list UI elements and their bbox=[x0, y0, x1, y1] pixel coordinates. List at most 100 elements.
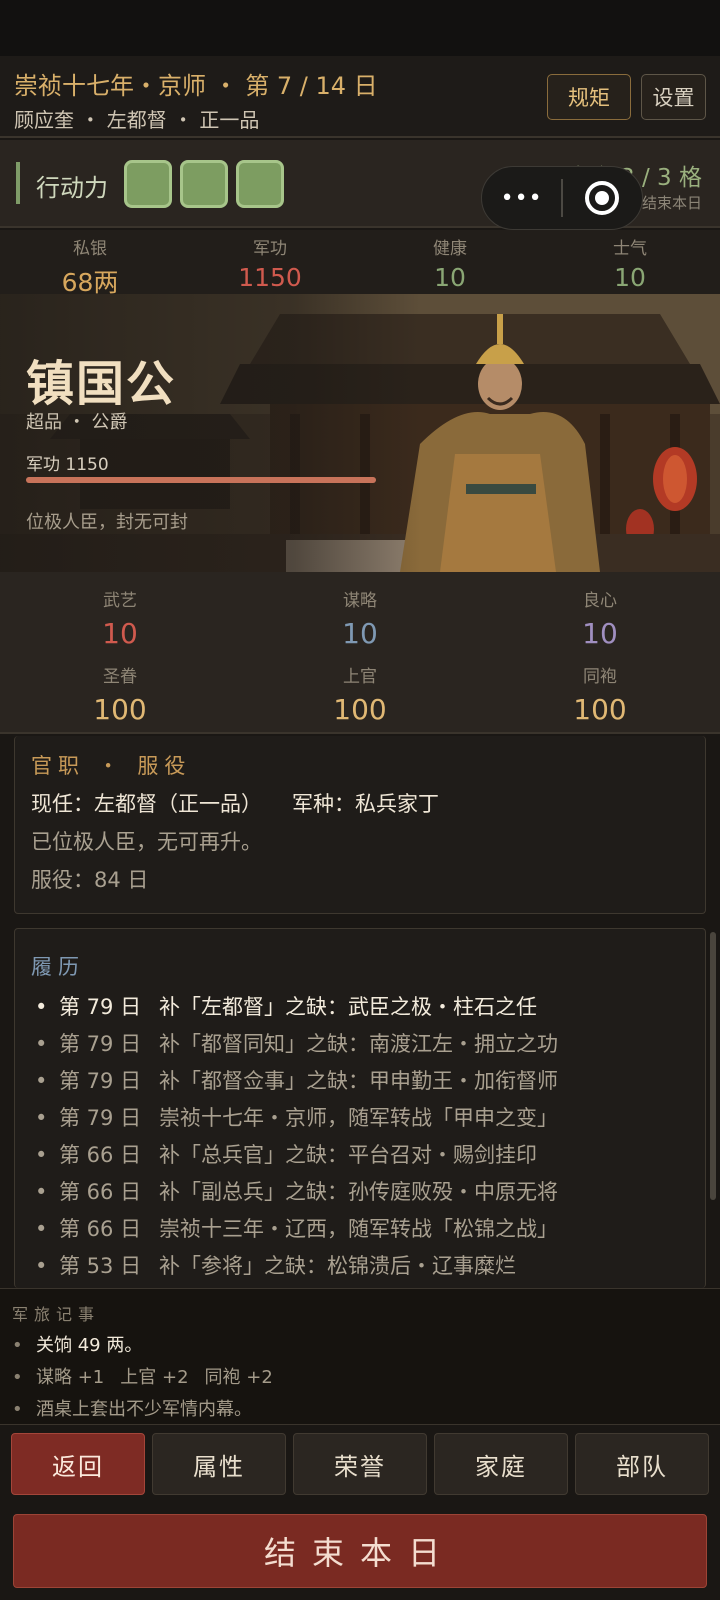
history-item: • 第 79 日补「左都督」之缺：武臣之极・柱石之任 bbox=[35, 991, 558, 1028]
office-current-line: 现任：左都督（正一品） 军种：私兵家丁 bbox=[31, 788, 439, 818]
history-day: 第 66 日 bbox=[59, 1180, 142, 1204]
log-entry: • 关饷 49 两。 bbox=[12, 1335, 143, 1356]
attribute-grid: 武艺 10 谋略 10 良心 10 圣眷 100 上官 100 同袍 100 bbox=[0, 572, 720, 734]
log-text: 关饷 49 两。 bbox=[36, 1335, 143, 1356]
history-day: 第 66 日 bbox=[59, 1143, 142, 1167]
promotion-note: 已位极人臣，无可再升。 bbox=[31, 830, 262, 854]
history-day: 第 53 日 bbox=[59, 1254, 142, 1278]
history-card[interactable]: 履历 • 第 79 日补「左都督」之缺：武臣之极・柱石之任 • 第 79 日补「都督… bbox=[14, 928, 706, 1288]
attr-label: 圣眷 bbox=[103, 667, 137, 687]
history-day: 第 79 日 bbox=[59, 1069, 142, 1093]
settings-button[interactable]: 设置 bbox=[641, 74, 706, 120]
history-text: 补「总兵官」之缺：平台召对・赐剑挂印 bbox=[159, 1143, 537, 1167]
rank-grade: 超品 ・ 公爵 bbox=[26, 412, 128, 433]
service-days: 服役：84 日 bbox=[31, 868, 149, 892]
accent-bar bbox=[16, 162, 20, 204]
attr-label: 良心 bbox=[583, 591, 617, 611]
merit-value: 军功 1150 bbox=[26, 455, 109, 475]
history-text: 补「都督佥事」之缺：甲申勤王・加衔督师 bbox=[159, 1069, 558, 1093]
attr-value: 10 bbox=[102, 617, 138, 650]
history-day: 第 66 日 bbox=[59, 1217, 142, 1241]
merit-progress-bar bbox=[26, 477, 376, 483]
log-heading: 军旅记事 bbox=[12, 1305, 101, 1324]
tab-back[interactable]: 返回 bbox=[11, 1433, 145, 1495]
tab-attributes[interactable]: 属性 bbox=[152, 1433, 286, 1495]
attr-value: 10 bbox=[342, 617, 378, 650]
attr-label: 武艺 bbox=[103, 591, 137, 611]
log-text: 同袍 +2 bbox=[204, 1367, 273, 1388]
tab-family[interactable]: 家庭 bbox=[434, 1433, 568, 1495]
history-item: • 第 66 日补「副总兵」之缺：孙传庭败殁・中原无将 bbox=[35, 1176, 558, 1213]
resource-stats: 私银 68两 军功 1150 健康 10 士气 10 bbox=[0, 230, 720, 297]
history-item: • 第 79 日崇祯十七年・京师，随军转战「甲申之变」 bbox=[35, 1102, 558, 1139]
current-post: 现任：左都督（正一品） bbox=[31, 792, 262, 816]
attr-label: 谋略 bbox=[343, 591, 377, 611]
history-list: • 第 79 日补「左都督」之缺：武臣之极・柱石之任 • 第 79 日补「都督同知」… bbox=[35, 991, 558, 1287]
history-item: • 第 79 日补「都督同知」之缺：南渡江左・拥立之功 bbox=[35, 1028, 558, 1065]
log-text: 上官 +2 bbox=[120, 1367, 189, 1388]
tab-troops[interactable]: 部队 bbox=[575, 1433, 709, 1495]
attr-strategy: 谋略 10 bbox=[240, 586, 480, 650]
close-miniprogram-icon[interactable] bbox=[563, 181, 642, 215]
attr-imperial-favor: 圣眷 100 bbox=[0, 662, 240, 726]
date-location: 崇祯十七年・京师 ・ 第 7 / 14 日 bbox=[14, 72, 378, 100]
attr-martial: 武艺 10 bbox=[0, 586, 240, 650]
attr-label: 上官 bbox=[343, 667, 377, 687]
history-text: 补「都督同知」之缺：南渡江左・拥立之功 bbox=[159, 1032, 558, 1056]
attr-value: 10 bbox=[582, 617, 618, 650]
more-menu-icon[interactable]: ••• bbox=[482, 186, 561, 211]
history-day: 第 79 日 bbox=[59, 995, 142, 1019]
history-item: • 第 79 日补「都督佥事」之缺：甲申勤王・加衔督师 bbox=[35, 1065, 558, 1102]
attr-value: 100 bbox=[573, 693, 627, 726]
stat-morale: 士气 10 bbox=[540, 230, 720, 292]
stat-value: 1150 bbox=[238, 263, 302, 292]
status-bar bbox=[0, 0, 720, 56]
bottom-tab-bar: 返回 属性 荣誉 家庭 部队 bbox=[0, 1424, 720, 1502]
game-header: 崇祯十七年・京师 ・ 第 7 / 14 日 顾应奎 ・ 左都督 ・ 正一品 规矩… bbox=[0, 56, 720, 138]
attr-superior: 上官 100 bbox=[240, 662, 480, 726]
office-heading: 官职 ・ 服役 bbox=[31, 754, 192, 778]
history-scrollbar[interactable] bbox=[710, 932, 716, 1200]
stat-value: 10 bbox=[614, 263, 646, 292]
log-text: 酒桌上套出不少军情内幕。 bbox=[36, 1399, 252, 1420]
history-heading: 履历 bbox=[31, 955, 85, 979]
attr-conscience: 良心 10 bbox=[480, 586, 720, 650]
rank-banner: 镇国公 超品 ・ 公爵 军功 1150 位极人臣，封无可封 bbox=[0, 294, 720, 572]
history-day: 第 79 日 bbox=[59, 1106, 142, 1130]
troop-type: 军种：私兵家丁 bbox=[292, 792, 439, 816]
military-log[interactable]: 军旅记事 • 关饷 49 两。 • 谋略 +1 上官 +2 同袍 +2 • 酒桌上套出不少… bbox=[0, 1288, 720, 1424]
rules-button[interactable]: 规矩 bbox=[547, 74, 631, 120]
action-points-label: 行动力 bbox=[36, 174, 108, 202]
history-item: • 第 53 日补「参将」之缺：松锦溃后・辽事糜烂 bbox=[35, 1250, 558, 1287]
log-text: 谋略 +1 bbox=[36, 1367, 105, 1388]
tab-honors[interactable]: 荣誉 bbox=[293, 1433, 427, 1495]
attr-value: 100 bbox=[333, 693, 387, 726]
end-day-button[interactable]: 结束本日 bbox=[13, 1514, 707, 1588]
stat-merit: 军功 1150 bbox=[180, 230, 360, 292]
history-day: 第 79 日 bbox=[59, 1032, 142, 1056]
stat-label: 士气 bbox=[613, 239, 647, 259]
merit-progress-fill bbox=[26, 477, 376, 483]
stat-label: 军功 bbox=[253, 239, 287, 259]
history-text: 补「参将」之缺：松锦溃后・辽事糜烂 bbox=[159, 1254, 516, 1278]
attr-label: 同袍 bbox=[583, 667, 617, 687]
history-text: 崇祯十三年・辽西，随军转战「松锦之战」 bbox=[159, 1217, 558, 1241]
action-point-slot bbox=[180, 160, 228, 208]
stat-label: 健康 bbox=[433, 239, 467, 259]
log-entry: • 酒桌上套出不少军情内幕。 bbox=[12, 1399, 252, 1420]
history-item: • 第 66 日补「总兵官」之缺：平台召对・赐剑挂印 bbox=[35, 1139, 558, 1176]
history-text: 崇祯十七年・京师，随军转战「甲申之变」 bbox=[159, 1106, 558, 1130]
attr-value: 100 bbox=[93, 693, 147, 726]
history-text: 补「左都督」之缺：武臣之极・柱石之任 bbox=[159, 995, 537, 1019]
attr-comrades: 同袍 100 bbox=[480, 662, 720, 726]
miniprogram-capsule: ••• bbox=[481, 166, 643, 230]
rank-title: 镇国公 bbox=[26, 356, 177, 412]
office-service-card: 官职 ・ 服役 现任：左都督（正一品） 军种：私兵家丁 已位极人臣，无可再升。 服… bbox=[14, 736, 706, 914]
stat-label: 私银 bbox=[73, 239, 107, 259]
history-item: • 第 66 日崇祯十三年・辽西，随军转战「松锦之战」 bbox=[35, 1213, 558, 1250]
character-summary: 顾应奎 ・ 左都督 ・ 正一品 bbox=[14, 108, 260, 132]
rank-motto: 位极人臣，封无可封 bbox=[26, 512, 188, 533]
action-point-slot bbox=[124, 160, 172, 208]
history-text: 补「副总兵」之缺：孙传庭败殁・中原无将 bbox=[159, 1180, 558, 1204]
stat-value: 10 bbox=[434, 263, 466, 292]
